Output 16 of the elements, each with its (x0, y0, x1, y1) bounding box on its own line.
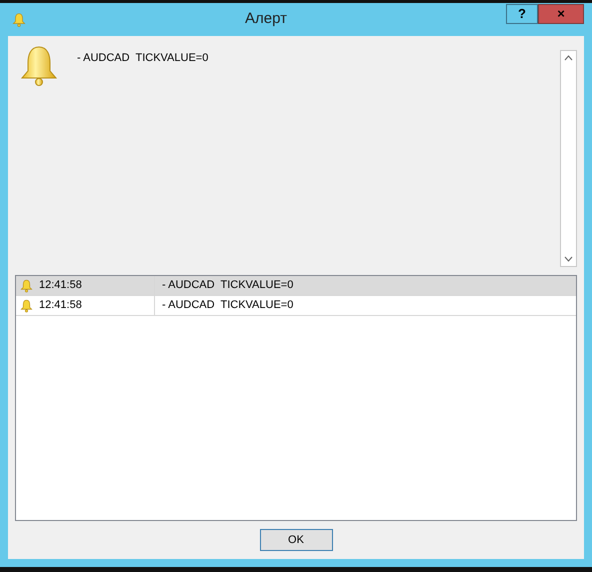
alert-row[interactable]: 12:41:58 - AUDCAD TICKVALUE=0 (16, 296, 576, 316)
bell-icon (20, 298, 33, 312)
scrollbar[interactable] (560, 50, 577, 267)
alert-text: - AUDCAD TICKVALUE=0 (162, 299, 294, 312)
ok-button[interactable]: OK (260, 529, 332, 551)
bell-icon (12, 12, 26, 26)
alert-time: 12:41:58 (39, 278, 82, 294)
alert-text: - AUDCAD TICKVALUE=0 (162, 279, 294, 292)
close-button[interactable]: × (538, 4, 584, 24)
help-button[interactable]: ? (506, 4, 538, 24)
alert-row[interactable]: 12:41:58 - AUDCAD TICKVALUE=0 (16, 276, 576, 296)
alert-time: 12:41:58 (39, 298, 82, 314)
window-title: Алерт (244, 9, 288, 30)
bell-icon (20, 278, 33, 292)
alert-message: - AUDCAD TICKVALUE=0 (76, 51, 210, 66)
bell-icon (19, 45, 59, 87)
